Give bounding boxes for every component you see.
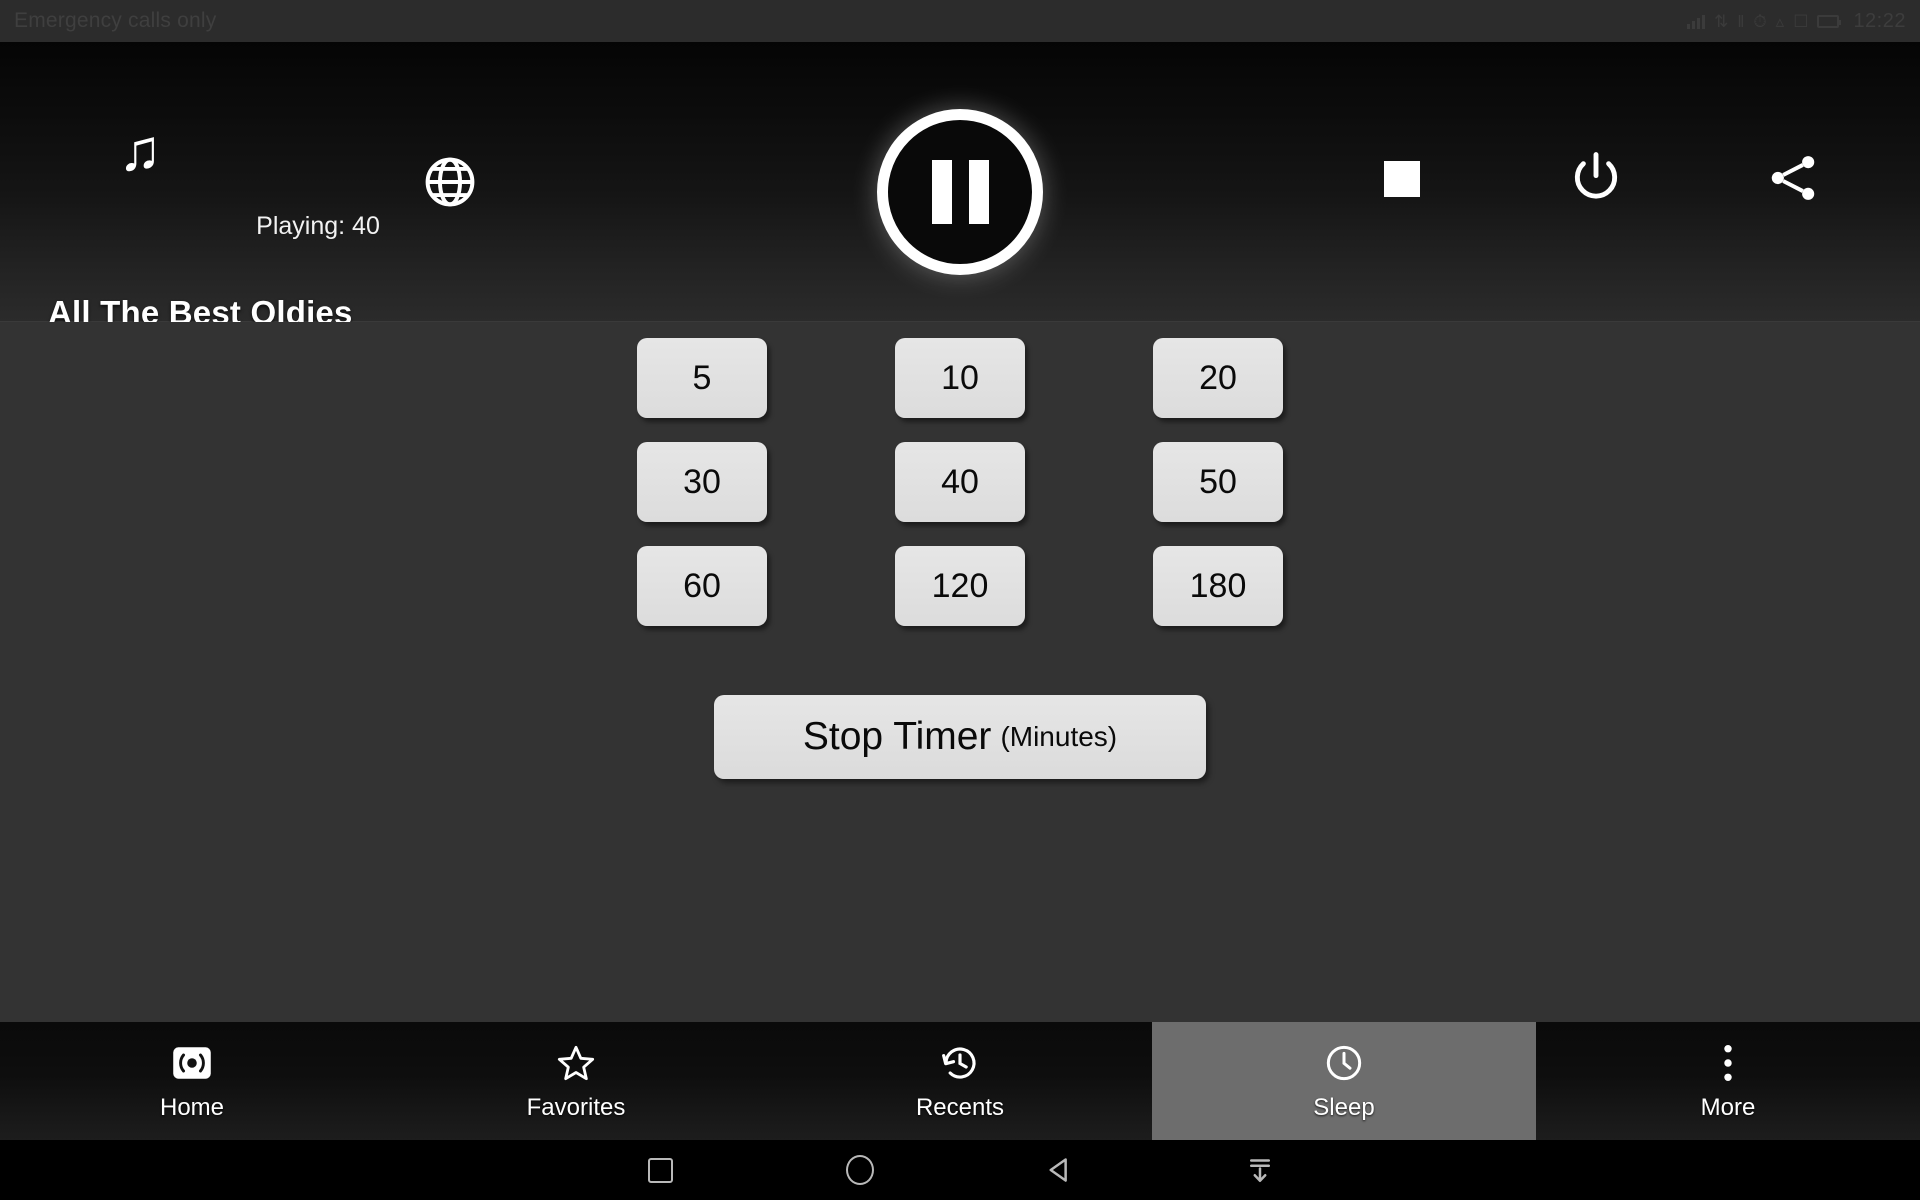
pause-bar-left [931,160,952,224]
minute-button[interactable]: 20 [1153,338,1283,418]
playing-status: Playing: 40 [256,212,380,240]
android-navigation-bar [0,1140,1920,1200]
sim-icon: ☐ [1793,11,1809,31]
player-toolbar: ♫ [0,42,1920,275]
minute-button[interactable]: 5 [637,338,767,418]
minute-button[interactable]: 40 [895,442,1025,522]
bluetooth-icon: ‖ [1737,11,1745,31]
stop-timer-button[interactable]: Stop Timer (Minutes) [714,695,1206,779]
stop-timer-unit: (Minutes) [1000,721,1118,752]
battery-icon [1817,14,1842,28]
minute-button[interactable]: 10 [895,338,1025,418]
bottom-navigation: Home Favorites Recents Sleep More [0,1022,1920,1140]
nav-label-favorites: Favorites [526,1093,626,1121]
sleep-minutes-grid: 5 10 20 30 40 50 60 120 180 [0,338,1920,626]
broadcast-icon [172,1041,212,1085]
minute-button[interactable]: 120 [895,546,1025,626]
nav-label-sleep: Sleep [1313,1093,1375,1121]
player-header: ♫ Playing: 40 All The Best Oldies [0,42,1920,331]
nav-label-more: More [1700,1093,1756,1121]
minute-button[interactable]: 60 [637,546,767,626]
alarm-icon: ⏱ [1753,11,1767,31]
pause-icon[interactable] [877,109,1043,275]
app-root: Emergency calls only ⇅ ‖ ⏱ ▵ ☐ 12:22 ♫ P… [0,0,1920,1200]
nav-item-favorites[interactable]: Favorites [384,1022,768,1140]
back-triangle-icon[interactable] [960,1155,1160,1185]
minute-button[interactable]: 30 [637,442,767,522]
nav-item-more[interactable]: More [1536,1022,1920,1140]
status-clock: 12:22 [1853,9,1906,32]
signal-bars-icon [1687,13,1706,29]
star-icon [556,1041,596,1085]
mobile-data-icon: ⇅ [1714,11,1729,31]
history-icon [940,1041,980,1085]
recents-square-icon[interactable] [560,1157,760,1183]
nav-item-home[interactable]: Home [0,1022,384,1140]
minute-button[interactable]: 180 [1153,546,1283,626]
carrier-text: Emergency calls only [14,9,217,32]
status-icons: ⇅ ‖ ⏱ ▵ ☐ 12:22 [1687,10,1906,33]
nav-label-recents: Recents [915,1093,1005,1121]
minute-button[interactable]: 50 [1153,442,1283,522]
nav-item-recents[interactable]: Recents [768,1022,1152,1140]
globe-icon[interactable] [415,147,485,217]
nav-item-sleep[interactable]: Sleep [1152,1022,1536,1140]
music-note-icon[interactable]: ♫ [105,115,175,185]
share-icon[interactable] [1760,145,1826,211]
stop-square-icon[interactable] [1372,149,1432,209]
sleep-panel: 5 10 20 30 40 50 60 120 180 Stop Timer (… [0,322,1920,1182]
clock-icon [1324,1041,1364,1085]
nav-label-home: Home [159,1093,225,1121]
power-icon[interactable] [1563,144,1629,210]
wifi-icon: ▵ [1775,11,1785,31]
stop-timer-label: Stop Timer [802,715,992,758]
android-status-bar: Emergency calls only ⇅ ‖ ⏱ ▵ ☐ 12:22 [0,0,1920,42]
overflow-dots-icon [1715,1041,1741,1085]
hide-keyboard-icon[interactable] [1160,1155,1360,1185]
home-circle-icon[interactable] [760,1155,960,1185]
pause-bar-right [968,160,989,224]
